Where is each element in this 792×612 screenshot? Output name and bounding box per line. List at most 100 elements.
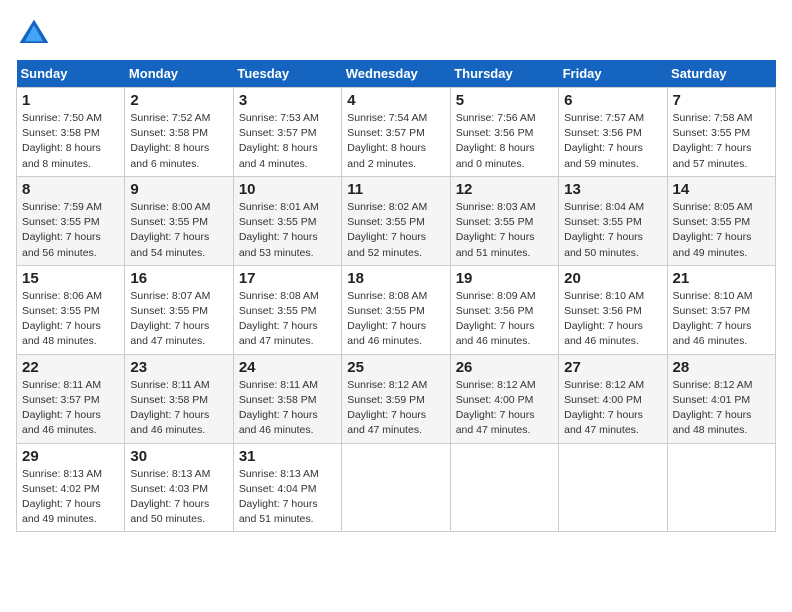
day-number: 22 (22, 359, 119, 376)
day-number: 6 (564, 92, 661, 109)
day-number: 10 (239, 181, 336, 198)
day-info: Sunrise: 7:50 AMSunset: 3:58 PMDaylight:… (22, 112, 102, 170)
day-info: Sunrise: 8:13 AMSunset: 4:02 PMDaylight:… (22, 468, 102, 526)
day-number: 30 (130, 448, 227, 465)
day-number: 21 (673, 270, 770, 287)
day-info: Sunrise: 8:09 AMSunset: 3:56 PMDaylight:… (456, 290, 536, 348)
calendar-cell: 12 Sunrise: 8:03 AMSunset: 3:55 PMDayligh… (450, 176, 558, 265)
day-number: 2 (130, 92, 227, 109)
page-header (16, 16, 776, 52)
calendar-cell: 21 Sunrise: 8:10 AMSunset: 3:57 PMDayligh… (667, 265, 775, 354)
calendar-cell: 9 Sunrise: 8:00 AMSunset: 3:55 PMDaylight… (125, 176, 233, 265)
calendar-cell: 3Sunrise: 7:53 AMSunset: 3:57 PMDaylight… (233, 88, 341, 177)
calendar-cell: 26Sunrise: 8:12 AMSunset: 4:00 PMDayligh… (450, 354, 558, 443)
calendar-cell: 2 Sunrise: 7:52 AMSunset: 3:58 PMDaylight… (125, 88, 233, 177)
day-number: 26 (456, 359, 553, 376)
day-number: 13 (564, 181, 661, 198)
calendar-header-row: SundayMondayTuesdayWednesdayThursdayFrid… (17, 60, 776, 88)
calendar-cell (559, 443, 667, 532)
day-number: 17 (239, 270, 336, 287)
calendar-cell: 1 Sunrise: 7:50 AMSunset: 3:58 PMDaylight… (17, 88, 125, 177)
calendar-cell: 13 Sunrise: 8:04 AMSunset: 3:55 PMDayligh… (559, 176, 667, 265)
day-number: 31 (239, 448, 336, 465)
calendar-cell: 30 Sunrise: 8:13 AMSunset: 4:03 PMDayligh… (125, 443, 233, 532)
day-info: Sunrise: 8:11 AMSunset: 3:58 PMDaylight:… (239, 379, 318, 437)
calendar-cell: 19 Sunrise: 8:09 AMSunset: 3:56 PMDayligh… (450, 265, 558, 354)
header-thursday: Thursday (450, 60, 558, 88)
calendar-cell: 29 Sunrise: 8:13 AMSunset: 4:02 PMDayligh… (17, 443, 125, 532)
calendar-cell: 23 Sunrise: 8:11 AMSunset: 3:58 PMDayligh… (125, 354, 233, 443)
day-info: Sunrise: 8:10 AMSunset: 3:56 PMDaylight:… (564, 290, 644, 348)
day-number: 20 (564, 270, 661, 287)
logo-icon (16, 16, 52, 52)
calendar-cell: 10 Sunrise: 8:01 AMSunset: 3:55 PMDayligh… (233, 176, 341, 265)
calendar-cell: 5Sunrise: 7:56 AMSunset: 3:56 PMDaylight… (450, 88, 558, 177)
calendar-cell: 18Sunrise: 8:08 AMSunset: 3:55 PMDayligh… (342, 265, 450, 354)
day-info: Sunrise: 7:56 AMSunset: 3:56 PMDaylight:… (456, 112, 536, 170)
calendar-cell: 16 Sunrise: 8:07 AMSunset: 3:55 PMDayligh… (125, 265, 233, 354)
calendar-week-row: 29 Sunrise: 8:13 AMSunset: 4:02 PMDayligh… (17, 443, 776, 532)
calendar-cell: 8 Sunrise: 7:59 AMSunset: 3:55 PMDaylight… (17, 176, 125, 265)
calendar-cell: 24 Sunrise: 8:11 AMSunset: 3:58 PMDayligh… (233, 354, 341, 443)
day-number: 15 (22, 270, 119, 287)
day-number: 8 (22, 181, 119, 198)
calendar-cell: 20 Sunrise: 8:10 AMSunset: 3:56 PMDayligh… (559, 265, 667, 354)
day-info: Sunrise: 8:07 AMSunset: 3:55 PMDaylight:… (130, 290, 210, 348)
day-number: 4 (347, 92, 444, 109)
calendar-cell: 11Sunrise: 8:02 AMSunset: 3:55 PMDayligh… (342, 176, 450, 265)
calendar-week-row: 15 Sunrise: 8:06 AMSunset: 3:55 PMDayligh… (17, 265, 776, 354)
day-number: 3 (239, 92, 336, 109)
calendar-table: SundayMondayTuesdayWednesdayThursdayFrid… (16, 60, 776, 532)
calendar-cell: 4 Sunrise: 7:54 AMSunset: 3:57 PMDaylight… (342, 88, 450, 177)
day-number: 18 (347, 270, 444, 287)
day-number: 1 (22, 92, 119, 109)
day-info: Sunrise: 7:54 AMSunset: 3:57 PMDaylight:… (347, 112, 427, 170)
day-info: Sunrise: 8:08 AMSunset: 3:55 PMDaylight:… (239, 290, 319, 348)
day-number: 7 (673, 92, 770, 109)
day-info: Sunrise: 7:52 AMSunset: 3:58 PMDaylight:… (130, 112, 210, 170)
day-number: 14 (673, 181, 770, 198)
day-info: Sunrise: 8:01 AMSunset: 3:55 PMDaylight:… (239, 201, 319, 259)
day-info: Sunrise: 8:04 AMSunset: 3:55 PMDaylight:… (564, 201, 644, 259)
calendar-cell: 22 Sunrise: 8:11 AMSunset: 3:57 PMDayligh… (17, 354, 125, 443)
header-wednesday: Wednesday (342, 60, 450, 88)
day-number: 19 (456, 270, 553, 287)
day-number: 29 (22, 448, 119, 465)
calendar-week-row: 22 Sunrise: 8:11 AMSunset: 3:57 PMDayligh… (17, 354, 776, 443)
day-info: Sunrise: 7:57 AMSunset: 3:56 PMDaylight:… (564, 112, 644, 170)
day-number: 12 (456, 181, 553, 198)
calendar-cell: 27 Sunrise: 8:12 AMSunset: 4:00 PMDayligh… (559, 354, 667, 443)
day-number: 24 (239, 359, 336, 376)
calendar-cell: 7 Sunrise: 7:58 AMSunset: 3:55 PMDaylight… (667, 88, 775, 177)
day-info: Sunrise: 8:12 AMSunset: 4:00 PMDaylight:… (564, 379, 644, 437)
day-info: Sunrise: 7:58 AMSunset: 3:55 PMDaylight:… (673, 112, 753, 170)
logo (16, 16, 56, 52)
calendar-cell: 17 Sunrise: 8:08 AMSunset: 3:55 PMDayligh… (233, 265, 341, 354)
day-number: 16 (130, 270, 227, 287)
day-info: Sunrise: 8:13 AMSunset: 4:03 PMDaylight:… (130, 468, 210, 526)
day-number: 27 (564, 359, 661, 376)
header-monday: Monday (125, 60, 233, 88)
day-info: Sunrise: 8:00 AMSunset: 3:55 PMDaylight:… (130, 201, 210, 259)
calendar-cell (667, 443, 775, 532)
day-info: Sunrise: 8:12 AMSunset: 4:01 PMDaylight:… (673, 379, 753, 437)
day-info: Sunrise: 8:03 AMSunset: 3:55 PMDaylight:… (456, 201, 536, 259)
day-info: Sunrise: 8:13 AMSunset: 4:04 PMDaylight:… (239, 468, 319, 526)
day-number: 25 (347, 359, 444, 376)
calendar-cell: 14 Sunrise: 8:05 AMSunset: 3:55 PMDayligh… (667, 176, 775, 265)
day-info: Sunrise: 8:05 AMSunset: 3:55 PMDaylight:… (673, 201, 753, 259)
calendar-cell (450, 443, 558, 532)
calendar-cell: 31 Sunrise: 8:13 AMSunset: 4:04 PMDayligh… (233, 443, 341, 532)
calendar-week-row: 8 Sunrise: 7:59 AMSunset: 3:55 PMDaylight… (17, 176, 776, 265)
day-info: Sunrise: 8:06 AMSunset: 3:55 PMDaylight:… (22, 290, 102, 348)
day-info: Sunrise: 7:59 AMSunset: 3:55 PMDaylight:… (22, 201, 102, 259)
day-number: 9 (130, 181, 227, 198)
day-info: Sunrise: 8:11 AMSunset: 3:57 PMDaylight:… (22, 379, 101, 437)
header-tuesday: Tuesday (233, 60, 341, 88)
calendar-cell (342, 443, 450, 532)
day-number: 23 (130, 359, 227, 376)
day-number: 11 (347, 181, 444, 198)
day-info: Sunrise: 8:10 AMSunset: 3:57 PMDaylight:… (673, 290, 753, 348)
calendar-week-row: 1 Sunrise: 7:50 AMSunset: 3:58 PMDaylight… (17, 88, 776, 177)
day-info: Sunrise: 8:11 AMSunset: 3:58 PMDaylight:… (130, 379, 209, 437)
